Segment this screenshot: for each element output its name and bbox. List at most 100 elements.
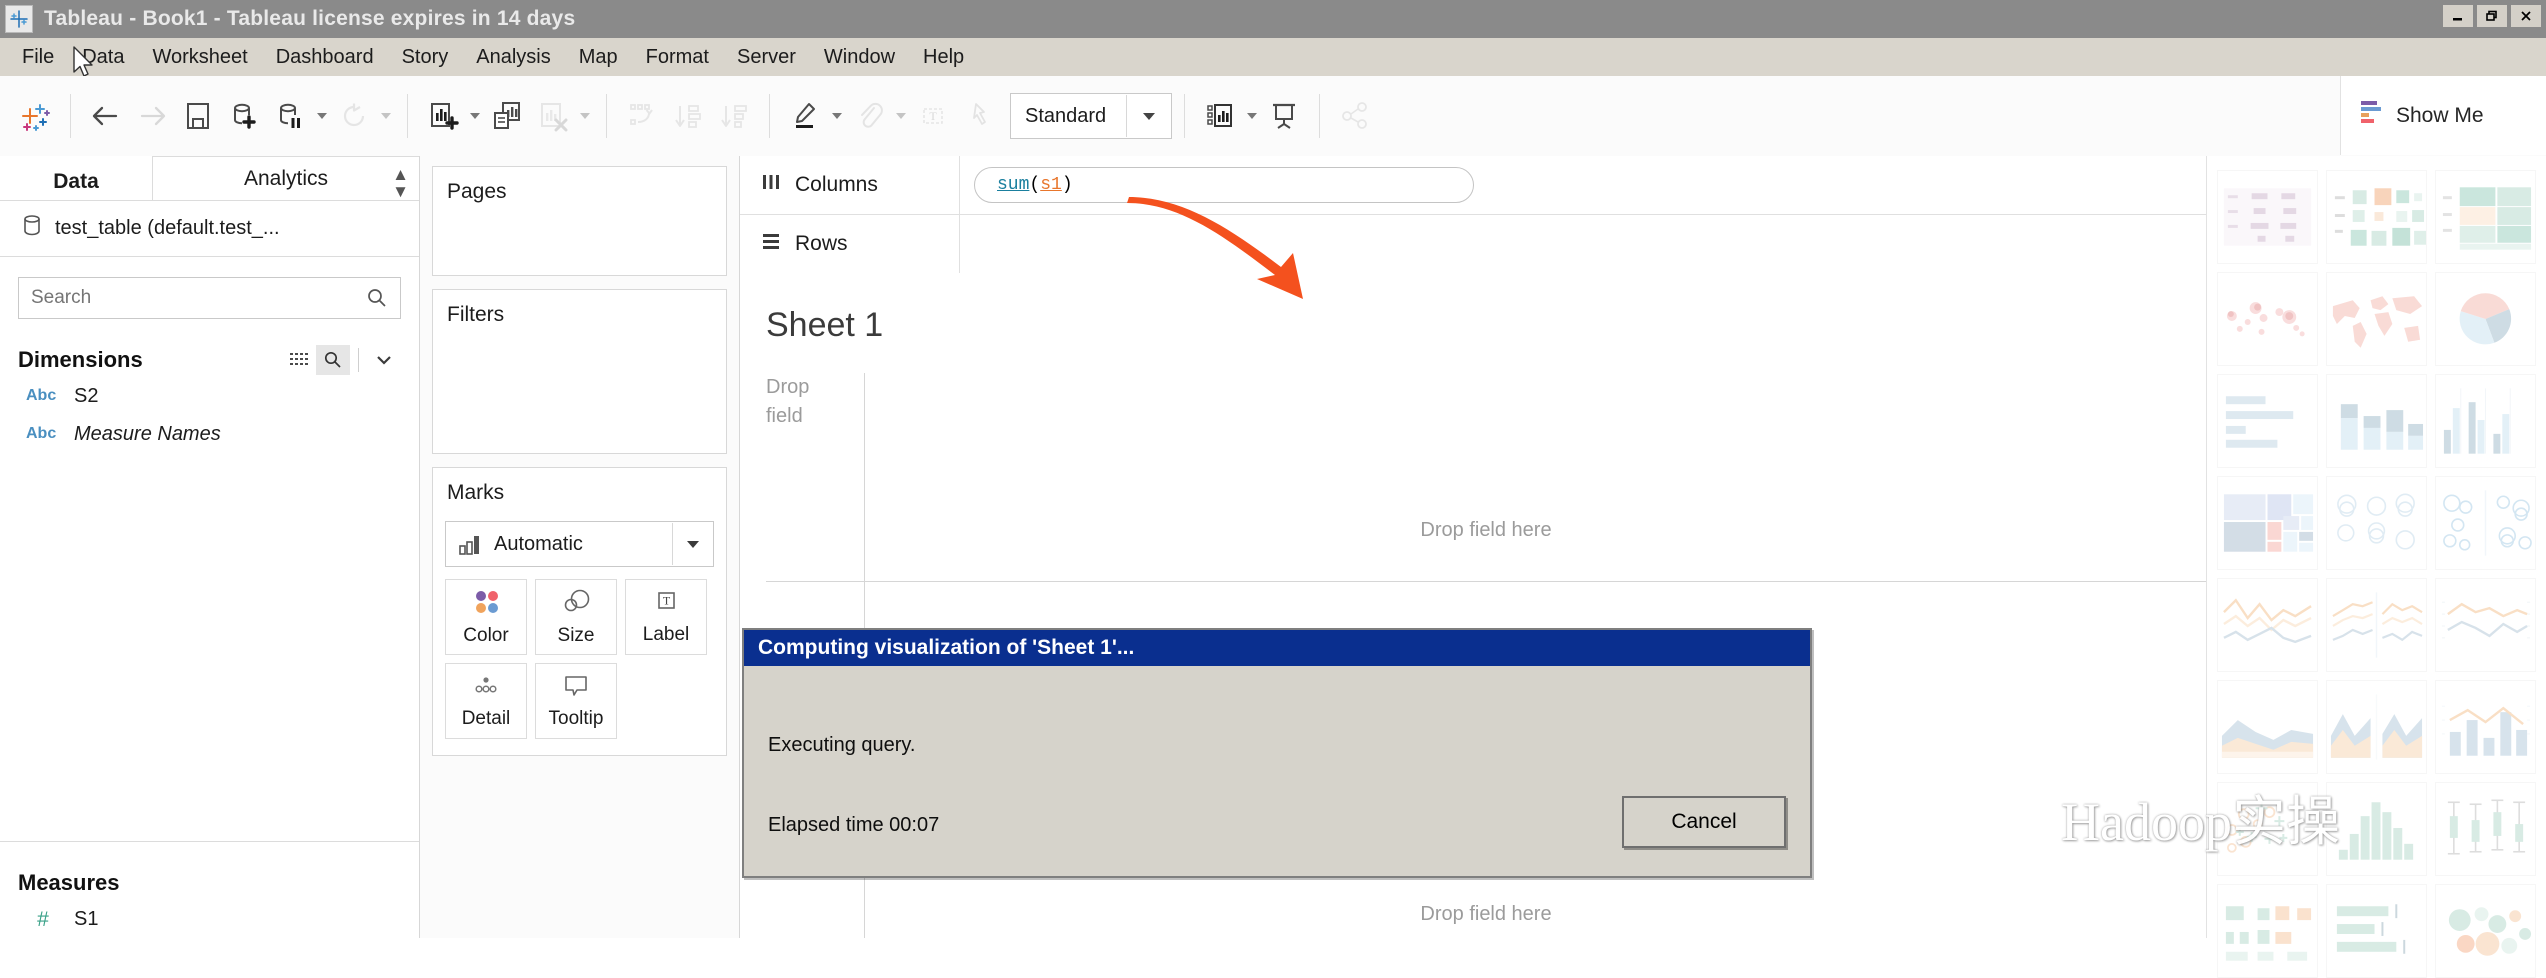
- dimension-field-s2[interactable]: Abc S2: [0, 377, 419, 415]
- show-me-lines-continuous[interactable]: [2217, 578, 2318, 672]
- show-hide-cards-dropdown-icon[interactable]: [1243, 93, 1261, 139]
- show-me-packed-bubbles[interactable]: [2435, 884, 2536, 978]
- menu-format[interactable]: Format: [632, 43, 723, 72]
- menu-dashboard[interactable]: Dashboard: [262, 43, 388, 72]
- share-icon[interactable]: [1332, 93, 1378, 139]
- pause-auto-updates-icon[interactable]: [267, 93, 313, 139]
- tableau-sparkle-icon[interactable]: [12, 93, 58, 139]
- menu-help[interactable]: Help: [909, 43, 978, 72]
- fit-select-chevron-down-icon[interactable]: [1126, 95, 1171, 137]
- show-me-text-table[interactable]: [2217, 170, 2318, 264]
- show-me-area-chart-continuous[interactable]: [2217, 680, 2318, 774]
- fit-select[interactable]: Standard: [1010, 93, 1172, 139]
- clear-sheet-icon[interactable]: [530, 93, 576, 139]
- duplicate-sheet-icon[interactable]: [484, 93, 530, 139]
- chevron-down-icon[interactable]: [367, 345, 401, 375]
- show-mark-labels-icon[interactable]: T: [910, 93, 956, 139]
- tab-analytics[interactable]: Analytics ▲ ▼: [152, 156, 419, 200]
- show-hide-cards-icon[interactable]: [1197, 93, 1243, 139]
- clear-sheet-dropdown-icon[interactable]: [576, 93, 594, 139]
- drop-field-here-bottom[interactable]: Drop field here: [1420, 903, 1551, 926]
- show-me-heat-map[interactable]: [2326, 170, 2427, 264]
- rows-shelf[interactable]: Rows: [740, 215, 2206, 274]
- sort-descending-icon[interactable]: [711, 93, 757, 139]
- show-me-symbol-map[interactable]: [2217, 272, 2318, 366]
- back-arrow-icon[interactable]: [83, 93, 129, 139]
- search-view-icon[interactable]: [316, 345, 350, 375]
- group-dropdown-icon[interactable]: [892, 93, 910, 139]
- new-data-source-icon[interactable]: [221, 93, 267, 139]
- new-worksheet-icon[interactable]: [420, 93, 466, 139]
- data-source-item[interactable]: test_table (default.test_...: [0, 201, 419, 257]
- refresh-dropdown-icon[interactable]: [377, 93, 395, 139]
- show-me-bullet-graph[interactable]: [2326, 884, 2427, 978]
- menu-analysis[interactable]: Analysis: [462, 43, 564, 72]
- close-button[interactable]: [2510, 4, 2542, 28]
- show-me-pie-chart[interactable]: [2435, 272, 2536, 366]
- search-input-wrapper[interactable]: [18, 277, 401, 319]
- show-me-box-and-whisker[interactable]: [2435, 782, 2536, 876]
- show-me-filled-map[interactable]: [2326, 272, 2427, 366]
- group-members-icon[interactable]: [846, 93, 892, 139]
- restore-button[interactable]: [2476, 4, 2508, 28]
- menu-story[interactable]: Story: [388, 43, 463, 72]
- filters-card[interactable]: Filters: [432, 289, 727, 454]
- show-me-histogram[interactable]: [2326, 782, 2427, 876]
- show-me-button[interactable]: Show Me: [2340, 76, 2546, 155]
- show-me-lines-discrete[interactable]: [2326, 578, 2427, 672]
- show-me-stacked-bars[interactable]: [2326, 374, 2427, 468]
- fix-axes-icon[interactable]: [956, 93, 1002, 139]
- menu-map[interactable]: Map: [565, 43, 632, 72]
- tooltip-bubble-icon: [561, 673, 591, 704]
- menu-file[interactable]: File: [8, 43, 68, 72]
- dialog-cancel-button[interactable]: Cancel: [1622, 796, 1786, 848]
- column-pill-sum-s1[interactable]: sum(s1): [974, 167, 1474, 203]
- show-me-side-by-side-bars[interactable]: [2435, 374, 2536, 468]
- show-me-circle-views[interactable]: [2326, 476, 2427, 570]
- mark-type-chevron-down-icon[interactable]: [672, 523, 713, 565]
- mark-type-select[interactable]: Automatic: [445, 521, 714, 567]
- highlighter-icon[interactable]: [782, 93, 828, 139]
- dimension-field-measure-names[interactable]: Abc Measure Names: [0, 415, 419, 453]
- show-me-dual-lines[interactable]: [2435, 578, 2536, 672]
- pages-card[interactable]: Pages: [432, 166, 727, 276]
- dimensions-section-header: Dimensions: [18, 343, 401, 377]
- show-me-side-by-side-circles[interactable]: [2435, 476, 2536, 570]
- show-me-horizontal-bars[interactable]: [2217, 374, 2318, 468]
- refresh-data-source-icon[interactable]: [331, 93, 377, 139]
- show-me-dual-combination[interactable]: [2435, 680, 2536, 774]
- columns-shelf-dropzone[interactable]: sum(s1): [960, 156, 2206, 214]
- menu-worksheet[interactable]: Worksheet: [138, 43, 261, 72]
- menu-window[interactable]: Window: [810, 43, 909, 72]
- marks-detail-button[interactable]: Detail: [445, 663, 527, 739]
- show-me-highlight-table[interactable]: [2435, 170, 2536, 264]
- forward-arrow-icon[interactable]: [129, 93, 175, 139]
- marks-tooltip-button[interactable]: Tooltip: [535, 663, 617, 739]
- menu-server[interactable]: Server: [723, 43, 810, 72]
- pane-resize-handle-icon[interactable]: ▲ ▼: [392, 166, 409, 200]
- marks-size-button[interactable]: Size: [535, 579, 617, 655]
- show-me-gantt-chart[interactable]: [2217, 884, 2318, 978]
- marks-label-button[interactable]: T Label: [625, 579, 707, 655]
- rows-shelf-dropzone[interactable]: [960, 215, 2206, 273]
- show-me-scatter-plot[interactable]: [2217, 782, 2318, 876]
- sheet-title: Sheet 1: [766, 306, 884, 344]
- highlighter-dropdown-icon[interactable]: [828, 93, 846, 139]
- pause-auto-updates-dropdown-icon[interactable]: [313, 93, 331, 139]
- save-icon[interactable]: [175, 93, 221, 139]
- drop-field-here-left[interactable]: Drop field: [766, 373, 828, 431]
- swap-rows-columns-icon[interactable]: [619, 93, 665, 139]
- show-me-area-chart-discrete[interactable]: [2326, 680, 2427, 774]
- minimize-button[interactable]: [2442, 4, 2474, 28]
- marks-color-button[interactable]: Color: [445, 579, 527, 655]
- measure-field-s1[interactable]: # S1: [0, 900, 419, 938]
- presentation-mode-icon[interactable]: [1261, 93, 1307, 139]
- drop-field-here-top[interactable]: Drop field here: [1420, 519, 1551, 542]
- grid-view-icon[interactable]: [282, 345, 316, 375]
- show-me-treemap[interactable]: [2217, 476, 2318, 570]
- search-input[interactable]: [19, 286, 366, 310]
- new-worksheet-dropdown-icon[interactable]: [466, 93, 484, 139]
- tab-data[interactable]: Data: [0, 164, 152, 200]
- sort-ascending-icon[interactable]: [665, 93, 711, 139]
- columns-shelf[interactable]: Columns sum(s1): [740, 156, 2206, 215]
